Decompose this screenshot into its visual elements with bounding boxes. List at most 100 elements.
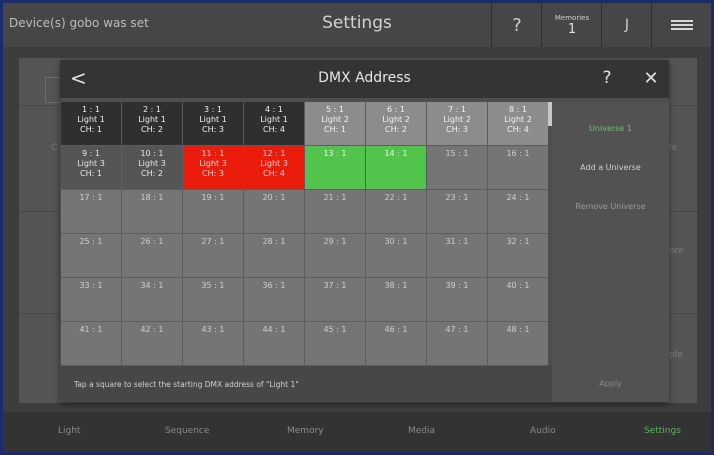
back-arrow-icon[interactable]: < [70,67,90,89]
dmx-cell-address: 29 : 1 [323,237,347,246]
dmx-cell[interactable]: 30 : 1 [366,234,427,278]
dmx-cell[interactable]: 6 : 1 Light 2 CH: 2 [366,102,427,146]
dmx-cell[interactable]: 10 : 1 Light 3 CH: 2 [122,146,183,190]
close-icon[interactable]: ✕ [640,68,662,90]
dmx-cell-light: Light 1 [260,115,288,124]
dmx-cell[interactable]: 13 : 1 [305,146,366,190]
remove-universe-button[interactable]: Remove Universe [552,202,669,211]
bg-label: ple [669,350,683,360]
dmx-cell-address: 28 : 1 [262,237,286,246]
dmx-cell-channel: CH: 4 [507,125,529,134]
dmx-cell-address: 5 : 1 [326,105,344,114]
dmx-cell-address: 38 : 1 [384,281,408,290]
dmx-cell-address: 9 : 1 [82,149,100,158]
dmx-address-dialog: < DMX Address ? ✕ 1 : 1 Light 1 CH: 12 : 1… [60,60,669,402]
bg-label: C [51,143,58,153]
dmx-cell[interactable]: 21 : 1 [305,190,366,234]
dmx-cell-address: 36 : 1 [262,281,286,290]
dmx-cell[interactable]: 20 : 1 [244,190,305,234]
dmx-cell[interactable]: 11 : 1 Light 3 CH: 3 [183,146,244,190]
dmx-cell-address: 7 : 1 [448,105,466,114]
dmx-cell[interactable]: 14 : 1 [366,146,427,190]
nav-media[interactable]: Media [408,426,435,436]
dmx-cell-address: 14 : 1 [384,149,408,158]
dmx-cell-address: 41 : 1 [79,325,103,334]
user-button[interactable]: J [601,3,652,47]
dmx-cell[interactable]: 29 : 1 [305,234,366,278]
universe-1-item[interactable]: Universe 1 [552,124,669,133]
dmx-cell[interactable]: 42 : 1 [122,322,183,366]
bg-label: ore [669,246,684,256]
dmx-cell[interactable]: 15 : 1 [427,146,488,190]
dmx-cell[interactable]: 3 : 1 Light 1 CH: 3 [183,102,244,146]
dmx-cell[interactable]: 19 : 1 [183,190,244,234]
apply-button[interactable]: Apply [552,366,669,402]
help-button[interactable]: ? [491,3,542,47]
dmx-cell-light: Light 1 [138,115,166,124]
help-icon[interactable]: ? [598,68,616,90]
dmx-cell-address: 2 : 1 [143,105,161,114]
dmx-cell[interactable]: 18 : 1 [122,190,183,234]
dmx-cell-address: 35 : 1 [201,281,225,290]
dmx-cell-channel: CH: 3 [202,169,224,178]
bottom-nav: Light Sequence Memory Media Audio Settin… [3,412,711,452]
dmx-cell-address: 4 : 1 [265,105,283,114]
dmx-cell[interactable]: 47 : 1 [427,322,488,366]
dmx-cell[interactable]: 39 : 1 [427,278,488,322]
dmx-cell-light: Light 3 [138,159,166,168]
dmx-cell-channel: CH: 4 [263,169,285,178]
memories-button[interactable]: Memories 1 [541,3,602,47]
dmx-cell[interactable]: 16 : 1 [488,146,548,190]
nav-sequence[interactable]: Sequence [165,426,209,436]
nav-memory[interactable]: Memory [287,426,324,436]
dmx-cell[interactable]: 24 : 1 [488,190,548,234]
dmx-cell[interactable]: 43 : 1 [183,322,244,366]
dmx-cell-address: 17 : 1 [79,193,103,202]
dmx-cell[interactable]: 40 : 1 [488,278,548,322]
dialog-title: DMX Address [318,70,411,86]
dmx-cell[interactable]: 46 : 1 [366,322,427,366]
dmx-cell-address: 37 : 1 [323,281,347,290]
dmx-cell[interactable]: 34 : 1 [122,278,183,322]
dmx-cell[interactable]: 2 : 1 Light 1 CH: 2 [122,102,183,146]
dmx-cell[interactable]: 4 : 1 Light 1 CH: 4 [244,102,305,146]
nav-audio[interactable]: Audio [530,426,556,436]
dmx-cell[interactable]: 35 : 1 [183,278,244,322]
add-universe-button[interactable]: Add a Universe [552,163,669,172]
dmx-cell[interactable]: 32 : 1 [488,234,548,278]
dmx-cell[interactable]: 37 : 1 [305,278,366,322]
dmx-cell[interactable]: 44 : 1 [244,322,305,366]
dmx-cell[interactable]: 38 : 1 [366,278,427,322]
dmx-cell[interactable]: 1 : 1 Light 1 CH: 1 [61,102,122,146]
dmx-cell[interactable]: 5 : 1 Light 2 CH: 1 [305,102,366,146]
dmx-cell-address: 10 : 1 [140,149,164,158]
nav-light[interactable]: Light [58,426,80,436]
dmx-cell-address: 20 : 1 [262,193,286,202]
dmx-cell[interactable]: 23 : 1 [427,190,488,234]
dmx-cell[interactable]: 25 : 1 [61,234,122,278]
dmx-cell[interactable]: 26 : 1 [122,234,183,278]
dmx-cell[interactable]: 31 : 1 [427,234,488,278]
dmx-cell[interactable]: 41 : 1 [61,322,122,366]
dmx-cell[interactable]: 22 : 1 [366,190,427,234]
memories-label: Memories [554,13,590,22]
dmx-cell-address: 34 : 1 [140,281,164,290]
dmx-cell-channel: CH: 2 [141,169,163,178]
dmx-cell[interactable]: 8 : 1 Light 2 CH: 4 [488,102,548,146]
universe-panel: Universe 1 Add a Universe Remove Univers… [552,102,669,366]
dmx-cell[interactable]: 28 : 1 [244,234,305,278]
dmx-cell[interactable]: 48 : 1 [488,322,548,366]
dmx-cell[interactable]: 36 : 1 [244,278,305,322]
dmx-cell[interactable]: 7 : 1 Light 2 CH: 3 [427,102,488,146]
dmx-cell-light: Light 1 [77,115,105,124]
dmx-cell[interactable]: 9 : 1 Light 3 CH: 1 [61,146,122,190]
dmx-cell-address: 8 : 1 [509,105,527,114]
dmx-cell[interactable]: 45 : 1 [305,322,366,366]
nav-settings[interactable]: Settings [644,426,681,436]
dmx-cell[interactable]: 27 : 1 [183,234,244,278]
menu-button[interactable] [651,3,711,47]
dmx-cell-address: 44 : 1 [262,325,286,334]
dmx-cell[interactable]: 12 : 1 Light 3 CH: 4 [244,146,305,190]
dmx-cell[interactable]: 33 : 1 [61,278,122,322]
dmx-cell[interactable]: 17 : 1 [61,190,122,234]
